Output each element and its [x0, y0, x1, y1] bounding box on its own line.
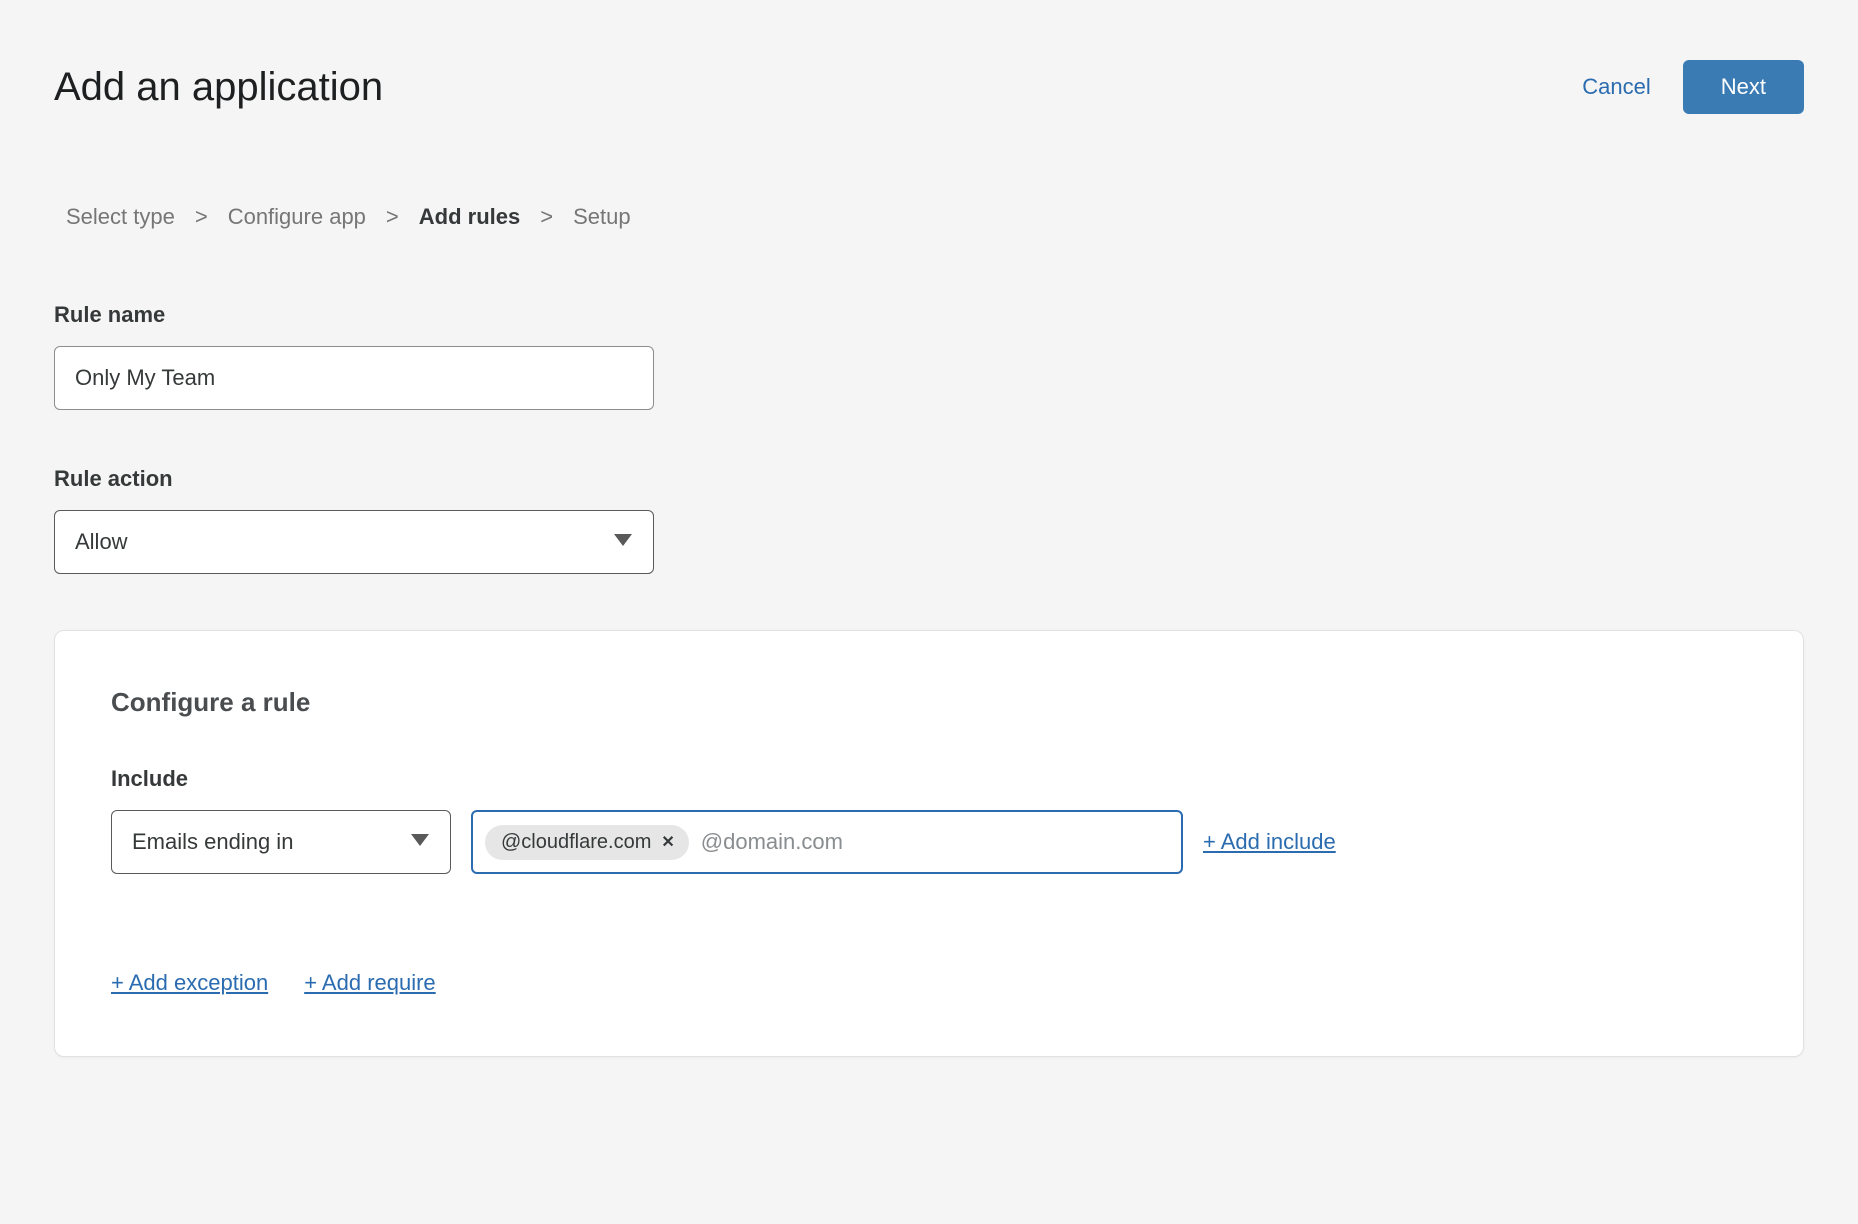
rule-action-label: Rule action [54, 466, 1804, 492]
include-entry-input[interactable] [701, 812, 1169, 872]
breadcrumb-select-type[interactable]: Select type [66, 204, 175, 230]
cancel-button[interactable]: Cancel [1582, 74, 1650, 100]
close-icon[interactable]: ✕ [661, 832, 674, 852]
rule-action-select[interactable]: Allow [54, 510, 654, 574]
add-include-button[interactable]: + Add include [1203, 829, 1336, 855]
chevron-right-icon: > [386, 204, 399, 230]
include-label: Include [111, 766, 1747, 792]
rule-name-label: Rule name [54, 302, 1804, 328]
rule-action-field: Rule action Allow [54, 466, 1804, 574]
rule-action-value: Allow [54, 510, 654, 574]
page-title: Add an application [54, 65, 383, 110]
configure-rule-title: Configure a rule [111, 687, 1747, 718]
chevron-right-icon: > [195, 204, 208, 230]
include-selector[interactable]: Emails ending in [111, 810, 451, 874]
rule-extra-actions: + Add exception + Add require [111, 970, 1747, 996]
include-selector-value: Emails ending in [111, 810, 451, 874]
configure-rule-card: Configure a rule Include Emails ending i… [54, 630, 1804, 1057]
add-require-button[interactable]: + Add require [304, 970, 435, 996]
chip-text: @cloudflare.com [501, 831, 651, 854]
header-actions: Cancel Next [1582, 60, 1804, 114]
breadcrumb: Select type > Configure app > Add rules … [66, 204, 1804, 230]
breadcrumb-setup[interactable]: Setup [573, 204, 631, 230]
rule-name-input[interactable] [54, 346, 654, 410]
add-exception-button[interactable]: + Add exception [111, 970, 268, 996]
chevron-right-icon: > [540, 204, 553, 230]
page-header: Add an application Cancel Next [54, 60, 1804, 114]
breadcrumb-configure-app[interactable]: Configure app [228, 204, 366, 230]
breadcrumb-add-rules[interactable]: Add rules [419, 204, 520, 230]
email-domain-chip: @cloudflare.com ✕ [485, 825, 689, 860]
next-button[interactable]: Next [1683, 60, 1804, 114]
include-row: Emails ending in @cloudflare.com ✕ + Add… [111, 810, 1747, 874]
include-value-input[interactable]: @cloudflare.com ✕ [471, 810, 1183, 874]
rule-name-field: Rule name [54, 302, 1804, 410]
